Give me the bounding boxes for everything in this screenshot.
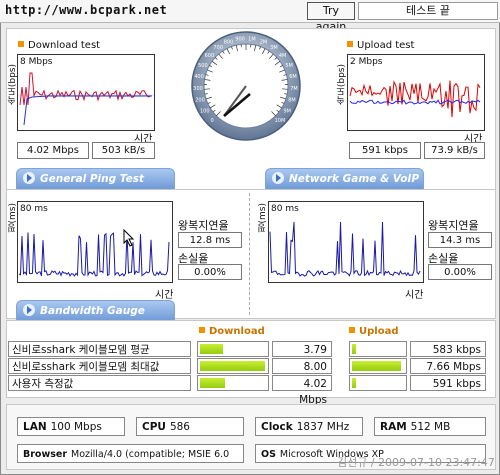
tab-bandwidth-gauge-label: Bandwidth Gauge xyxy=(40,305,145,317)
upload-value: 591 kbps xyxy=(410,375,486,391)
ping-rtt-value: 12.8 ms xyxy=(178,232,242,248)
upload-title: Upload test xyxy=(347,40,414,51)
game-rtt-value: 14.3 ms xyxy=(428,232,492,248)
gauge-tick-label: 10M xyxy=(275,118,286,124)
gauge-tick-label: 1M xyxy=(248,36,256,42)
cpu-value: 586 xyxy=(169,421,190,433)
game-chart xyxy=(269,221,421,277)
upload-chart xyxy=(349,80,481,118)
lan-value: 100 Mbps xyxy=(50,421,102,433)
download-value: 3.79 Mbps xyxy=(272,341,332,372)
game-loss-value: 0.00% xyxy=(428,264,492,280)
gauge-tick-label: 7M xyxy=(290,86,298,92)
try-again-button[interactable]: Try again xyxy=(307,2,355,33)
gauge-tick-label: 2M xyxy=(260,39,268,45)
download-bar xyxy=(197,375,269,391)
download-chart xyxy=(18,72,154,126)
ping-xlabel: 시간 xyxy=(155,290,174,301)
ram-value: 512 MB xyxy=(410,421,451,433)
ping-graph: 80 ms xyxy=(17,201,173,283)
browser-label: Browser xyxy=(23,449,68,460)
upload-graph: 2 Mbps xyxy=(347,54,485,131)
game-graph: 80 ms xyxy=(268,201,424,283)
upload-kbps-value: 591 kbps xyxy=(349,142,421,159)
speed-gauge: 0100 200 300 400 500 600 700800 900 1M 2M3M4M 5M 6M… xyxy=(191,31,301,141)
clock-value: 1837 MHz xyxy=(296,421,350,433)
gauge-tick-label: 500 xyxy=(198,63,208,69)
download-bar-fill xyxy=(200,361,265,371)
tab-general-ping[interactable]: General Ping Test xyxy=(16,168,175,189)
download-graph: 8 Mbps xyxy=(17,54,155,131)
panel-divider xyxy=(249,193,250,315)
clock-info: Clock 1837 MHz xyxy=(255,417,363,436)
bandwidth-upload-label: Upload xyxy=(349,326,398,337)
ping-chart xyxy=(18,232,170,277)
download-kbs-value: 503 kB/s xyxy=(92,142,155,159)
cpu-info: CPU 586 xyxy=(136,417,244,436)
lan-info: LAN 100 Mbps xyxy=(17,417,125,436)
bandwidth-download-label: Download xyxy=(199,326,265,337)
game-xlabel: 시간 xyxy=(405,290,424,301)
test-status: 테스트 끝 xyxy=(358,2,498,20)
mouse-cursor-icon xyxy=(123,229,135,247)
download-mbps-value: 4.02 Mbps xyxy=(17,142,89,159)
watermark: 김선규 / 2009-07-10 23:47:47 xyxy=(337,456,495,469)
upload-bar xyxy=(349,375,407,391)
upload-bar xyxy=(349,341,407,357)
gauge-tick-label: 300 xyxy=(193,86,203,92)
gauge-tick-label: 8M xyxy=(288,98,296,104)
upload-value: 7.66 Mbps xyxy=(410,358,486,374)
upload-bar-fill xyxy=(352,378,357,388)
ram-info: RAM 512 MB xyxy=(374,417,486,436)
bandwidth-row-label: 신비로sshark 케이블모뎀 평균 xyxy=(8,341,191,357)
bandwidth-row-label: 사용자 측정값 xyxy=(8,375,191,391)
gauge-tick-label: 400 xyxy=(194,74,204,80)
upload-value: 583 kbps xyxy=(410,341,486,357)
download-bar-fill xyxy=(200,344,224,354)
os-label: OS xyxy=(261,449,276,460)
gauge-tick-label: 200 xyxy=(195,98,205,104)
download-bar-fill xyxy=(200,378,226,388)
upload-kbs-value: 73.9 kB/s xyxy=(424,142,485,159)
gauge-tick-label: 4M xyxy=(279,53,287,59)
gauge-tick-label: 600 xyxy=(205,53,215,59)
gauge-tick-label: 900 xyxy=(235,36,245,42)
download-value: 8.00 Mbps xyxy=(272,358,332,389)
arrow-icon xyxy=(272,172,284,184)
gauge-tick-label: 6M xyxy=(289,74,297,80)
gauge-tick-label: 700 xyxy=(213,45,223,51)
gauge-tick-label: 3M xyxy=(270,45,278,51)
upload-bar-fill xyxy=(352,344,357,354)
download-value: 4.02 Mbps xyxy=(272,375,332,406)
ram-label: RAM xyxy=(380,421,407,433)
gauge-tick-label: 9M xyxy=(283,109,291,115)
arrow-icon xyxy=(23,172,35,184)
top-bar: http://www.bcpark.net Try again 테스트 끝 xyxy=(0,0,500,33)
gauge-tick-label: 100 xyxy=(200,109,210,115)
download-bar xyxy=(197,341,269,357)
clock-label: Clock xyxy=(261,421,293,433)
bandwidth-row-label: 신비로sshark 케이블모뎀 최대값 xyxy=(8,358,191,374)
cpu-label: CPU xyxy=(142,421,166,433)
game-rtt-label: 왕복지연율 xyxy=(428,219,479,232)
tab-game-voip[interactable]: Network Game & VoIP Test xyxy=(265,168,424,205)
gauge-tick-label: 0 xyxy=(210,118,213,124)
lan-label: LAN xyxy=(23,421,47,433)
ping-rtt-label: 왕복지연율 xyxy=(178,219,229,232)
site-url[interactable]: http://www.bcpark.net xyxy=(5,3,167,17)
upload-bar xyxy=(349,358,407,374)
tab-general-ping-label: General Ping Test xyxy=(40,173,144,185)
gauge-tick-label: 5M xyxy=(285,63,293,69)
download-title: Download test xyxy=(18,40,100,51)
tab-bandwidth-gauge[interactable]: Bandwidth Gauge xyxy=(16,300,175,321)
upload-bar-fill xyxy=(352,361,402,371)
browser-info: Browser Mozilla/4.0 (compatible; MSIE 6.0 xyxy=(17,444,244,463)
browser-value: Mozilla/4.0 (compatible; MSIE 6.0 xyxy=(71,449,230,460)
arrow-icon xyxy=(23,304,35,316)
ping-loss-value: 0.00% xyxy=(178,264,242,280)
gauge-tick-label: 800 xyxy=(224,39,234,45)
download-bar xyxy=(197,358,269,374)
